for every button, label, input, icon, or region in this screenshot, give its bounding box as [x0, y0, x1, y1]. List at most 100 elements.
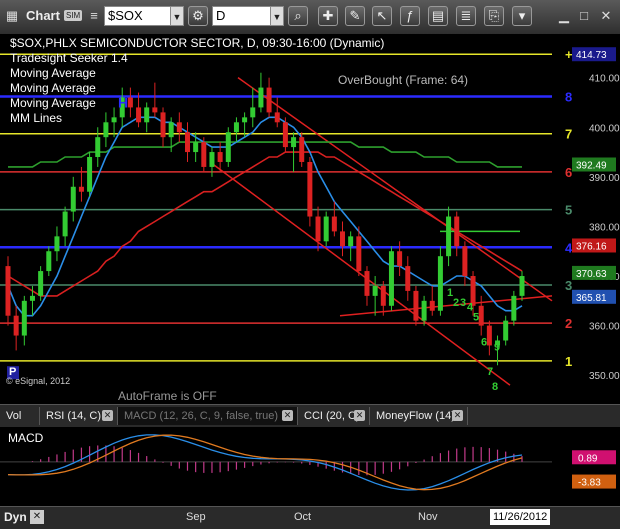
mm-line-label: +	[565, 47, 573, 62]
price-label: 392.49	[576, 161, 607, 172]
study-tabs: Vol RSI (14, C) ✕ MACD (12, 26, C, 9, false…	[0, 404, 620, 428]
candle-body	[413, 290, 419, 321]
candle-body	[70, 186, 76, 212]
candle-body	[437, 256, 443, 311]
cursor-icon[interactable]: ↖	[372, 6, 392, 26]
macd-value-label: -3.83	[578, 478, 601, 489]
price-label: 370.63	[576, 269, 607, 280]
candle-body	[176, 122, 182, 133]
candle-body	[380, 285, 386, 306]
price-chart[interactable]: +87654321 350.00360.00370.00380.00390.00…	[0, 34, 620, 404]
copyright-label: © eSignal, 2012	[6, 376, 70, 386]
close-icon[interactable]: ✕	[598, 8, 614, 24]
autoframe-label: AutoFrame is OFF	[118, 389, 217, 403]
candle-body	[299, 137, 305, 162]
candle-body	[127, 97, 133, 108]
tab-close-icon[interactable]: ✕	[282, 410, 293, 421]
dyn-close-icon[interactable]: ✕	[30, 510, 44, 524]
candle-body	[454, 216, 460, 247]
seeker-annotation: 5	[473, 312, 479, 324]
maximize-icon[interactable]: □	[576, 8, 592, 24]
last-date-label: 11/26/2012	[490, 509, 551, 525]
mm-line-label: 1	[565, 354, 572, 369]
candle-body	[478, 305, 484, 326]
tab-macd[interactable]: MACD (12, 26, C, 9, false, true) ✕	[118, 407, 298, 425]
candle-body	[29, 295, 35, 301]
settings-gear-icon[interactable]: ⚙	[188, 6, 208, 26]
symbol-dropdown-icon[interactable]: ▼	[170, 6, 184, 26]
clipboard-icon[interactable]: ⎘	[484, 6, 504, 26]
link-icon[interactable]: ≡	[86, 8, 102, 24]
tab-close-icon[interactable]: ✕	[452, 410, 463, 421]
candle-body	[486, 325, 492, 346]
candle-body	[54, 236, 60, 252]
candle-body	[233, 122, 239, 133]
candle-body	[160, 112, 166, 138]
drawing-tool-icon[interactable]: ✎	[345, 6, 365, 26]
price-label: 365.81	[576, 293, 607, 304]
candle-body	[168, 122, 174, 138]
tab-label: MoneyFlow (14)	[376, 410, 455, 422]
macd-title: MACD	[8, 431, 44, 445]
seeker-annotation: 6	[481, 336, 487, 348]
candle-body	[266, 87, 272, 113]
tab-moneyflow[interactable]: MoneyFlow (14) ✕	[370, 407, 468, 425]
tab-close-icon[interactable]: ✕	[102, 410, 113, 421]
chart-toolbar: ▦ Chart SIM ≡ $SOX ▼ ⚙ D ▼ ⌕ ✚ ✎ ↖ ƒ ▤ ≣…	[0, 0, 620, 35]
candle-body	[46, 251, 52, 272]
chart-window-icon: ▦	[5, 8, 19, 23]
mm-line-label: 2	[565, 316, 572, 331]
candle-body	[462, 246, 468, 277]
tab-label: RSI (14, C)	[46, 410, 102, 422]
candle-body	[397, 251, 403, 267]
tab-close-icon[interactable]: ✕	[354, 410, 365, 421]
candle-body	[111, 117, 117, 123]
candle-body	[136, 107, 142, 123]
tab-vol[interactable]: Vol	[0, 407, 40, 425]
candle-body	[13, 315, 19, 336]
candle-body	[331, 216, 337, 232]
mm-line-label: 8	[565, 90, 572, 105]
options-icon[interactable]: ▾	[512, 6, 532, 26]
macd-pane[interactable]: 0.89 -3.83 MACD	[0, 427, 620, 507]
candle-body	[429, 300, 435, 311]
minimize-icon[interactable]: ▁	[556, 8, 572, 24]
tab-cci[interactable]: CCI (20, C) ✕	[298, 407, 370, 425]
menu-icon[interactable]: ≣	[456, 6, 476, 26]
overbought-label: OverBought (Frame: 64)	[338, 73, 468, 87]
x-axis-tick-label: Sep	[186, 511, 206, 523]
zoom-search-icon[interactable]: ⌕	[288, 6, 308, 26]
candle-body	[274, 112, 280, 123]
interval-input[interactable]: D	[212, 6, 272, 26]
window-title: Chart	[26, 8, 60, 23]
y-axis-tick-label: 360.00	[589, 322, 620, 333]
macd-background	[0, 427, 620, 507]
y-axis-tick-label: 410.00	[589, 74, 620, 85]
candle-body	[78, 186, 84, 192]
candle-body	[282, 122, 288, 148]
tab-label: MACD (12, 26, C, 9, false, true)	[124, 410, 279, 422]
candle-body	[21, 300, 27, 336]
seeker-annotation: H	[118, 94, 128, 110]
dyn-label[interactable]: Dyn	[4, 510, 27, 524]
x-axis-tick-label: Oct	[294, 511, 312, 523]
candle-body	[103, 122, 109, 138]
candle-body	[38, 271, 44, 296]
candle-body	[5, 266, 11, 316]
tab-rsi[interactable]: RSI (14, C) ✕	[40, 407, 118, 425]
mm-line-label: 4	[565, 240, 573, 255]
y-axis-tick-label: 390.00	[589, 173, 620, 184]
seeker-annotation: 9	[494, 341, 500, 353]
candle-body	[315, 216, 321, 242]
interval-dropdown-icon[interactable]: ▼	[270, 6, 284, 26]
studies-icon[interactable]: ƒ	[400, 6, 420, 26]
candle-body	[225, 132, 231, 162]
study-legend-item: Moving Average	[10, 81, 96, 95]
chart-title: $SOX,PHLX SEMICONDUCTOR SECTOR, D, 09:30…	[10, 36, 384, 50]
candle-body	[291, 137, 297, 148]
crosshair-icon[interactable]: ✚	[318, 6, 338, 26]
layout-icon[interactable]: ▤	[428, 6, 448, 26]
symbol-input[interactable]: $SOX	[104, 6, 172, 26]
candle-body	[201, 142, 207, 167]
candle-body	[209, 152, 215, 167]
